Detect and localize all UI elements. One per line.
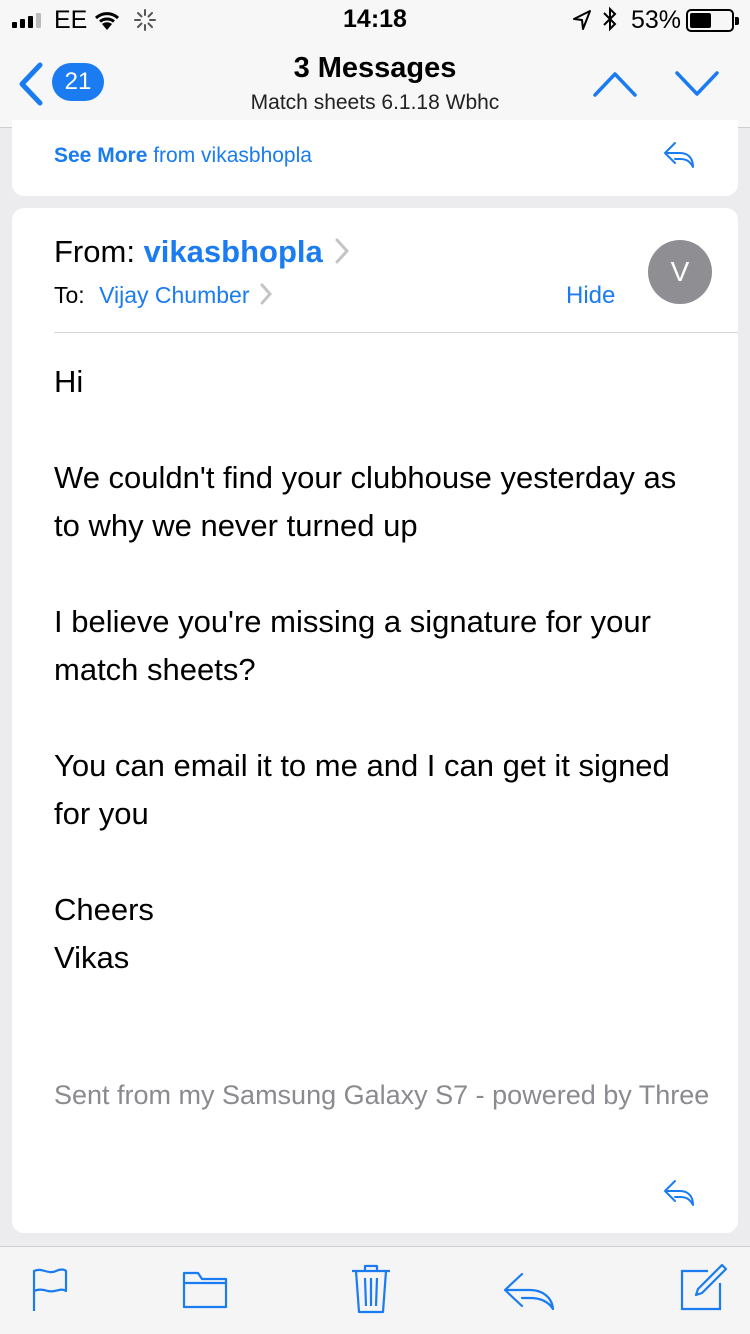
- to-label: To:: [54, 282, 85, 308]
- chevron-right-icon[interactable]: [335, 236, 350, 272]
- sent-from-footer: Sent from my Samsung Galaxy S7 - powered…: [54, 1080, 710, 1110]
- chevron-down-icon[interactable]: [674, 70, 720, 103]
- battery-percent: 53%: [631, 6, 682, 34]
- message-body: Hi We couldn't find your clubhouse yeste…: [54, 358, 704, 982]
- bottom-toolbar: [0, 1246, 750, 1334]
- body-greeting: Hi: [54, 364, 84, 399]
- collapsed-message[interactable]: See More from vikasbhopla: [12, 120, 738, 196]
- navigation-bar: 21 3 Messages Match sheets 6.1.18 Wbhc: [0, 40, 750, 128]
- sender-name[interactable]: vikasbhopla: [144, 234, 323, 269]
- message-card: From: vikasbhopla To: Vijay Chumber Hide…: [12, 208, 738, 1233]
- header-divider: [54, 332, 738, 333]
- see-more-link[interactable]: See More from vikasbhopla: [54, 144, 312, 168]
- reply-icon[interactable]: [502, 1271, 556, 1316]
- trash-icon[interactable]: [350, 1263, 392, 1320]
- to-row: To: Vijay Chumber: [54, 282, 272, 311]
- recipient-name[interactable]: Vijay Chumber: [99, 282, 249, 308]
- reply-icon[interactable]: [662, 1178, 696, 1213]
- battery-icon: [686, 9, 739, 32]
- body-paragraph-3: You can email it to me and I can get it …: [54, 748, 670, 831]
- body-closing: Cheers: [54, 892, 154, 927]
- body-signature-name: Vikas: [54, 940, 130, 975]
- body-paragraph-1: We couldn't find your clubhouse yesterda…: [54, 460, 677, 543]
- chevron-right-icon[interactable]: [260, 283, 272, 311]
- from-label: From:: [54, 234, 135, 269]
- hide-details-link[interactable]: Hide: [566, 282, 615, 310]
- reply-icon[interactable]: [662, 140, 696, 175]
- see-more-label: See More: [54, 144, 148, 167]
- avatar[interactable]: V: [648, 240, 712, 304]
- location-arrow-icon: [572, 9, 592, 36]
- folder-icon[interactable]: [182, 1271, 228, 1314]
- body-paragraph-2: I believe you're missing a signature for…: [54, 604, 651, 687]
- chevron-up-icon[interactable]: [592, 70, 638, 103]
- compose-icon[interactable]: [678, 1263, 728, 1318]
- flag-icon[interactable]: [30, 1267, 70, 1318]
- bluetooth-icon: [602, 6, 618, 39]
- status-bar: EE 14:18 53%: [0, 0, 750, 40]
- see-more-from: from vikasbhopla: [153, 144, 312, 167]
- from-row: From: vikasbhopla: [54, 234, 350, 272]
